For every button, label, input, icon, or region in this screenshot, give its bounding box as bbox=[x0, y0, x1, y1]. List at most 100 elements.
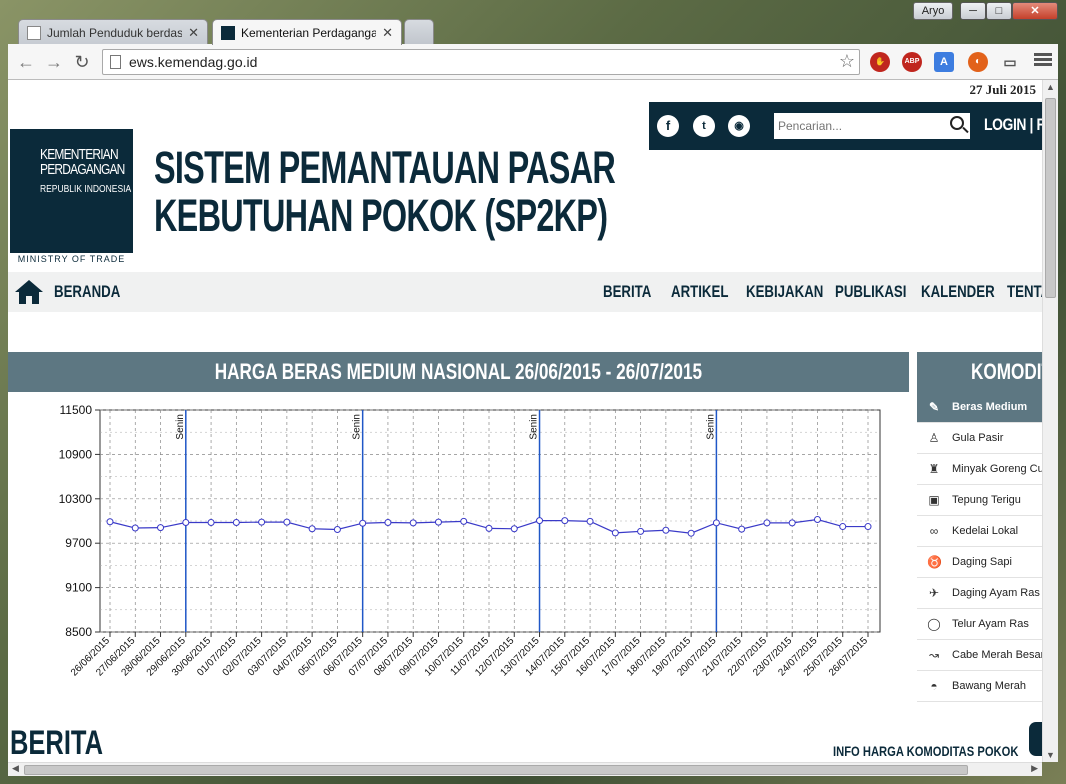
data-point[interactable] bbox=[384, 518, 392, 526]
sugar-icon: ♙ bbox=[928, 431, 940, 445]
data-point[interactable] bbox=[283, 518, 291, 526]
komoditas-item[interactable]: ✈ Daging Ayam Ras bbox=[917, 578, 1042, 609]
back-arrow-icon[interactable]: ← bbox=[14, 50, 38, 74]
chili-icon: ↝ bbox=[928, 648, 940, 662]
data-point[interactable] bbox=[611, 529, 619, 537]
adblock-shield-icon[interactable]: ✋ bbox=[870, 52, 890, 72]
flour-icon: ▣ bbox=[928, 493, 940, 507]
data-point[interactable] bbox=[106, 518, 114, 526]
nav-publikasi[interactable]: PUBLIKASI bbox=[835, 282, 906, 302]
info-tab-icon[interactable] bbox=[1029, 722, 1042, 756]
minimize-button[interactable]: ─ bbox=[960, 2, 986, 20]
maximize-button[interactable]: □ bbox=[986, 2, 1012, 20]
extension-icon[interactable]: ◐ bbox=[968, 52, 988, 72]
komoditas-item[interactable]: ▣ Tepung Terigu bbox=[917, 485, 1042, 516]
page-viewport: 27 Juli 2015 f t ◉ LOGIN | R KEMENTERIAN… bbox=[8, 80, 1042, 762]
egg-icon: ◯ bbox=[927, 617, 941, 631]
data-point[interactable] bbox=[308, 525, 316, 533]
data-point[interactable] bbox=[333, 526, 341, 534]
data-point[interactable] bbox=[687, 529, 695, 537]
close-tab-icon[interactable]: ✕ bbox=[188, 25, 199, 41]
tab-kementerian-perdagangan[interactable]: Kementerian Perdagangan ✕ bbox=[212, 19, 402, 45]
horizontal-scroll-thumb[interactable] bbox=[24, 765, 968, 775]
abp-icon[interactable]: ABP bbox=[902, 52, 922, 72]
rice-icon: ✎ bbox=[928, 400, 940, 414]
vertical-scrollbar[interactable]: ▲ ▼ bbox=[1042, 80, 1058, 762]
tab-jumlah-penduduk[interactable]: Jumlah Penduduk berdasa ✕ bbox=[18, 19, 208, 45]
close-window-button[interactable]: ✕ bbox=[1012, 2, 1058, 20]
data-point[interactable] bbox=[157, 524, 165, 532]
twitter-icon[interactable]: t bbox=[693, 115, 715, 137]
data-point[interactable] bbox=[763, 519, 771, 527]
facebook-icon[interactable]: f bbox=[657, 115, 679, 137]
logo-subtitle: MINISTRY OF TRADE bbox=[17, 254, 126, 264]
cast-icon[interactable]: ▭ bbox=[1000, 52, 1020, 72]
data-point[interactable] bbox=[662, 526, 670, 534]
address-bar[interactable]: ☆ bbox=[102, 49, 860, 75]
home-icon[interactable] bbox=[14, 279, 44, 305]
senin-marker-label: Senin bbox=[529, 414, 540, 440]
data-point[interactable] bbox=[434, 518, 442, 526]
nav-kebijakan[interactable]: KEBIJAKAN bbox=[746, 282, 823, 302]
komoditas-item[interactable]: ♜ Minyak Goreng Cu bbox=[917, 454, 1042, 485]
data-point[interactable] bbox=[232, 518, 240, 526]
user-profile-button[interactable]: Aryo bbox=[913, 2, 953, 20]
data-point[interactable] bbox=[586, 517, 594, 525]
data-point[interactable] bbox=[637, 527, 645, 535]
komoditas-item[interactable]: ∞ Kedelai Lokal bbox=[917, 516, 1042, 547]
data-point[interactable] bbox=[207, 518, 215, 526]
data-point[interactable] bbox=[738, 525, 746, 533]
komoditas-item[interactable]: ♉ Daging Sapi bbox=[917, 547, 1042, 578]
current-date: 27 Juli 2015 bbox=[969, 82, 1036, 97]
data-point[interactable] bbox=[359, 519, 367, 527]
forward-arrow-icon[interactable]: → bbox=[42, 50, 66, 74]
nav-kalender[interactable]: KALENDER bbox=[921, 282, 995, 302]
data-point[interactable] bbox=[788, 519, 796, 527]
y-tick-label: 10300 bbox=[59, 492, 93, 506]
horizontal-scrollbar[interactable]: ◀ ▶ bbox=[8, 762, 1042, 776]
data-point[interactable] bbox=[712, 519, 720, 527]
scroll-down-arrow-icon[interactable]: ▼ bbox=[1046, 750, 1055, 760]
data-point[interactable] bbox=[182, 518, 190, 526]
logo-line-3: REPUBLIK INDONESIA bbox=[40, 184, 132, 195]
komoditas-item[interactable]: ↝ Cabe Merah Besar bbox=[917, 640, 1042, 671]
vertical-scroll-thumb[interactable] bbox=[1045, 98, 1056, 298]
scroll-up-arrow-icon[interactable]: ▲ bbox=[1046, 82, 1055, 92]
oil-icon: ♜ bbox=[928, 462, 940, 476]
nav-berita[interactable]: BERITA bbox=[603, 282, 651, 302]
nav-tentang[interactable]: TENTA bbox=[1007, 282, 1042, 302]
data-point[interactable] bbox=[864, 523, 872, 531]
login-link[interactable]: LOGIN | R bbox=[984, 115, 1042, 135]
data-point[interactable] bbox=[561, 517, 569, 525]
data-point[interactable] bbox=[131, 524, 139, 532]
komoditas-item[interactable]: ♙ Gula Pasir bbox=[917, 423, 1042, 454]
nav-beranda[interactable]: BERANDA bbox=[54, 282, 120, 302]
komoditas-title: KOMODITA bbox=[971, 359, 1042, 384]
data-point[interactable] bbox=[460, 517, 468, 525]
komoditas-item[interactable]: ◯ Telur Ayam Ras bbox=[917, 609, 1042, 640]
data-point[interactable] bbox=[485, 524, 493, 532]
komoditas-item[interactable]: ✎ Beras Medium bbox=[917, 392, 1042, 423]
scroll-right-arrow-icon[interactable]: ▶ bbox=[1031, 763, 1038, 774]
bookmark-star-icon[interactable]: ☆ bbox=[839, 51, 855, 72]
scroll-left-arrow-icon[interactable]: ◀ bbox=[12, 763, 19, 774]
close-tab-icon[interactable]: ✕ bbox=[382, 25, 393, 41]
search-icon[interactable] bbox=[950, 116, 964, 130]
rss-icon[interactable]: ◉ bbox=[728, 115, 750, 137]
onion-icon: ◓ bbox=[930, 679, 938, 693]
browser-menu-icon[interactable] bbox=[1034, 51, 1052, 71]
data-point[interactable] bbox=[510, 525, 518, 533]
url-input[interactable] bbox=[129, 53, 829, 71]
reload-icon[interactable]: ↻ bbox=[70, 50, 94, 74]
translate-icon[interactable]: A bbox=[934, 52, 954, 72]
new-tab-button[interactable] bbox=[404, 19, 434, 45]
data-point[interactable] bbox=[409, 519, 417, 527]
data-point[interactable] bbox=[536, 517, 544, 525]
data-point[interactable] bbox=[258, 518, 266, 526]
kemendag-logo[interactable]: KEMENTERIAN PERDAGANGAN REPUBLIK INDONES… bbox=[10, 129, 133, 253]
komoditas-item[interactable]: ◓ Bawang Merah bbox=[917, 671, 1042, 702]
data-point[interactable] bbox=[839, 523, 847, 531]
nav-artikel[interactable]: ARTIKEL bbox=[671, 282, 728, 302]
data-point[interactable] bbox=[813, 516, 821, 524]
search-input[interactable] bbox=[778, 117, 938, 135]
